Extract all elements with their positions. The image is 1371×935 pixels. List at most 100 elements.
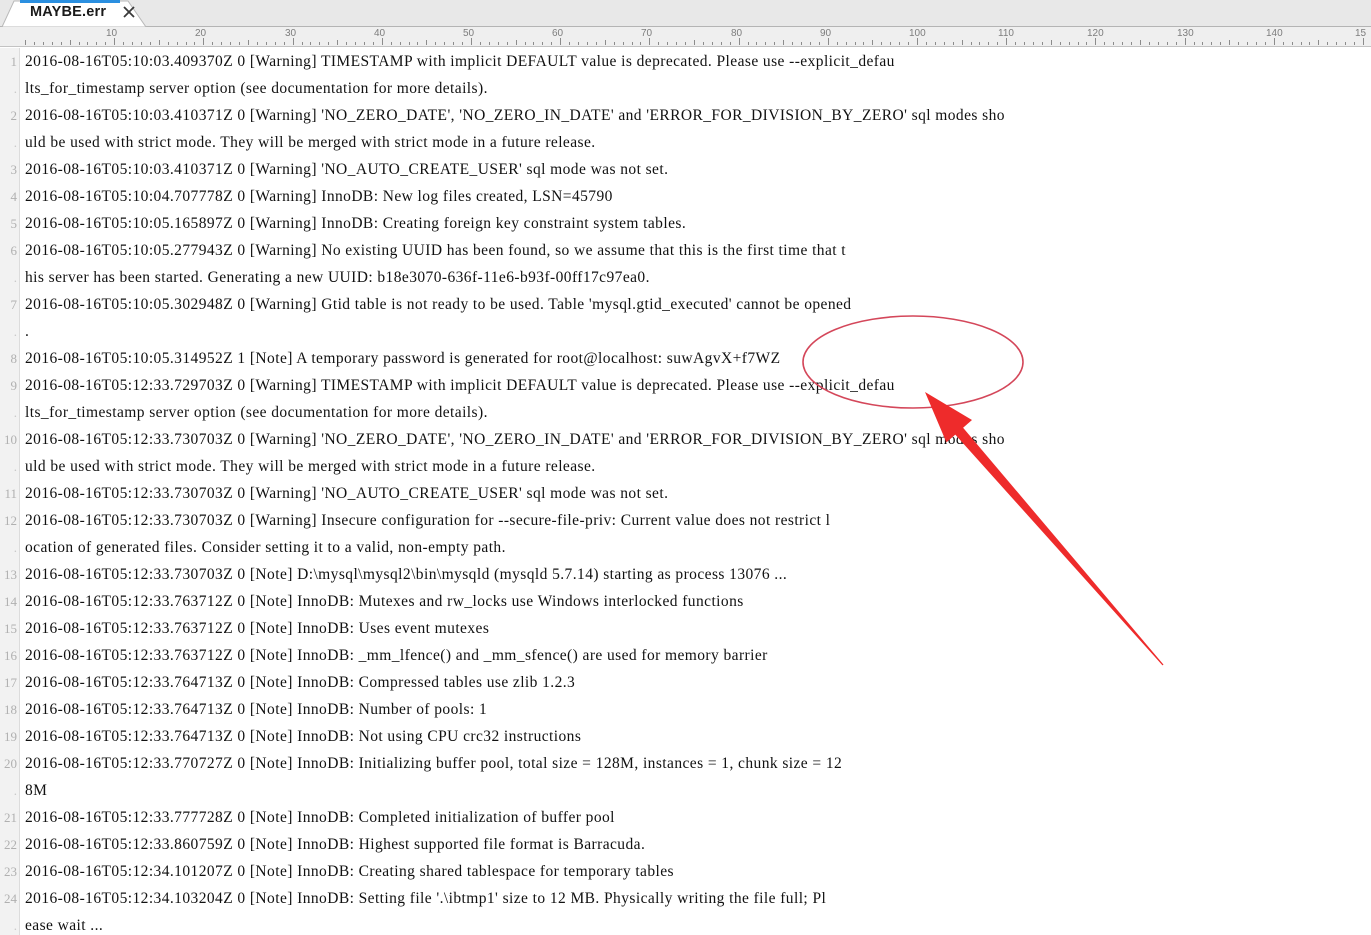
ruler-tick	[1006, 38, 1007, 45]
document-lines: 1 2016-08-16T05:10:03.409370Z 0 [Warning]…	[0, 48, 1371, 935]
ruler-tick	[141, 42, 142, 45]
line-number: 3	[10, 162, 18, 177]
ruler-tick	[676, 42, 677, 45]
ruler-tick	[391, 42, 392, 45]
editor-line[interactable]: 3 2016-08-16T05:10:03.410371Z 0 [Warning]…	[0, 156, 1371, 183]
editor-line[interactable]: 11 2016-08-16T05:12:33.730703Z 0 [Warning…	[0, 480, 1371, 507]
ruler-tick	[810, 42, 811, 45]
ruler-label: 80	[731, 28, 743, 39]
ruler-tick	[319, 42, 320, 45]
ruler-tick	[1167, 42, 1168, 45]
ruler-tick	[1051, 40, 1052, 45]
line-text: lts_for_timestamp server option (see doc…	[25, 404, 488, 421]
ruler-tick	[658, 42, 659, 45]
editor-line[interactable]: 22 2016-08-16T05:12:33.860759Z 0 [Note] I…	[0, 831, 1371, 858]
ruler-tick	[1015, 42, 1016, 45]
line-number: 7	[10, 297, 18, 312]
close-icon[interactable]	[121, 4, 137, 20]
line-number: 4	[10, 189, 18, 204]
ruler-tick	[712, 42, 713, 45]
editor-line[interactable]: ..	[0, 318, 1371, 345]
line-text: 2016-08-16T05:12:33.729703Z 0 [Warning] …	[25, 377, 895, 394]
line-text: 2016-08-16T05:12:33.730703Z 0 [Warning] …	[25, 431, 1005, 448]
ruler-tick	[551, 42, 552, 45]
ruler-tick	[266, 42, 267, 45]
ruler-tick	[632, 42, 633, 45]
ruler-tick	[61, 42, 62, 45]
line-text: 2016-08-16T05:12:33.730703Z 0 [Warning] …	[25, 512, 831, 529]
editor-line[interactable]: 2 2016-08-16T05:10:03.410371Z 0 [Warning]…	[0, 102, 1371, 129]
editor-line[interactable]: . his server has been started. Generating…	[0, 264, 1371, 291]
editor-line[interactable]: 9 2016-08-16T05:12:33.729703Z 0 [Warning]…	[0, 372, 1371, 399]
ruler-tick	[748, 42, 749, 45]
editor-line[interactable]: . 8M	[0, 777, 1371, 804]
ruler-tick	[1327, 42, 1328, 45]
editor-line[interactable]: 24 2016-08-16T05:12:34.103204Z 0 [Note] I…	[0, 885, 1371, 912]
text-editor-pane[interactable]: 1 2016-08-16T05:10:03.409370Z 0 [Warning]…	[0, 48, 1371, 935]
ruler-tick	[1024, 42, 1025, 45]
tab-maybe-err[interactable]: MAYBE.err	[0, 0, 160, 27]
ruler-tick	[979, 42, 980, 45]
ruler-tick	[596, 42, 597, 45]
ruler-tick	[1194, 42, 1195, 45]
editor-line[interactable]: 19 2016-08-16T05:12:33.764713Z 0 [Note] I…	[0, 723, 1371, 750]
editor-line[interactable]: 14 2016-08-16T05:12:33.763712Z 0 [Note] I…	[0, 588, 1371, 615]
editor-line[interactable]: 7 2016-08-16T05:10:05.302948Z 0 [Warning]…	[0, 291, 1371, 318]
ruler-tick	[667, 42, 668, 45]
ruler-tick	[1158, 42, 1159, 45]
editor-line[interactable]: 16 2016-08-16T05:12:33.763712Z 0 [Note] I…	[0, 642, 1371, 669]
editor-line[interactable]: 10 2016-08-16T05:12:33.730703Z 0 [Warning…	[0, 426, 1371, 453]
ruler-tick	[1113, 42, 1114, 45]
editor-line[interactable]: 13 2016-08-16T05:12:33.730703Z 0 [Note] D…	[0, 561, 1371, 588]
ruler-label: 120	[1087, 28, 1104, 39]
editor-line[interactable]: 18 2016-08-16T05:12:33.764713Z 0 [Note] I…	[0, 696, 1371, 723]
ruler-tick	[1274, 38, 1275, 45]
ruler-tick	[1140, 40, 1141, 45]
ruler-tick	[605, 40, 606, 45]
editor-line[interactable]: 5 2016-08-16T05:10:05.165897Z 0 [Warning]…	[0, 210, 1371, 237]
ruler-tick	[417, 42, 418, 45]
ruler-tick	[863, 42, 864, 45]
editor-line[interactable]: 21 2016-08-16T05:12:33.777728Z 0 [Note] I…	[0, 804, 1371, 831]
editor-line[interactable]: . uld be used with strict mode. They will…	[0, 129, 1371, 156]
ruler-tick	[962, 40, 963, 45]
editor-line[interactable]: 17 2016-08-16T05:12:33.764713Z 0 [Note] I…	[0, 669, 1371, 696]
ruler-tick	[917, 38, 918, 45]
editor-line[interactable]: . ocation of generated files. Consider se…	[0, 534, 1371, 561]
ruler-tick	[382, 38, 383, 45]
ruler-tick	[819, 42, 820, 45]
editor-line[interactable]: 6 2016-08-16T05:10:05.277943Z 0 [Warning]…	[0, 237, 1371, 264]
editor-line[interactable]: 23 2016-08-16T05:12:34.101207Z 0 [Note] I…	[0, 858, 1371, 885]
editor-line[interactable]: 4 2016-08-16T05:10:04.707778Z 0 [Warning]…	[0, 183, 1371, 210]
ruler-tick	[284, 42, 285, 45]
ruler-tick	[578, 42, 579, 45]
editor-line[interactable]: . uld be used with strict mode. They will…	[0, 453, 1371, 480]
ruler-tick	[1060, 42, 1061, 45]
editor-line[interactable]: 8 2016-08-16T05:10:05.314952Z 1 [Note] A …	[0, 345, 1371, 372]
line-text: ease wait ...	[25, 917, 104, 934]
ruler-tick	[1318, 40, 1319, 45]
editor-line[interactable]: 1 2016-08-16T05:10:03.409370Z 0 [Warning]…	[0, 48, 1371, 75]
line-text: 2016-08-16T05:12:33.730703Z 0 [Warning] …	[25, 485, 669, 502]
editor-line[interactable]: 15 2016-08-16T05:12:33.763712Z 0 [Note] I…	[0, 615, 1371, 642]
editor-line[interactable]: . lts_for_timestamp server option (see do…	[0, 75, 1371, 102]
ruler-label: 50	[463, 28, 475, 39]
editor-line[interactable]: 12 2016-08-16T05:12:33.730703Z 0 [Warning…	[0, 507, 1371, 534]
ruler-tick	[105, 42, 106, 45]
ruler-tick	[1033, 42, 1034, 45]
line-text: 2016-08-16T05:10:03.410371Z 0 [Warning] …	[25, 107, 1005, 124]
line-number: 23	[4, 864, 17, 879]
line-number: 15	[4, 621, 17, 636]
editor-line[interactable]: 20 2016-08-16T05:12:33.770727Z 0 [Note] I…	[0, 750, 1371, 777]
ruler-tick	[43, 42, 44, 45]
ruler-tick	[872, 40, 873, 45]
ruler-tick	[997, 42, 998, 45]
ruler-label: 100	[909, 28, 926, 39]
line-number: 13	[4, 567, 17, 582]
editor-line[interactable]: . ease wait ...	[0, 912, 1371, 935]
ruler-tick	[507, 42, 508, 45]
ruler-tick	[239, 42, 240, 45]
ruler-tick	[480, 42, 481, 45]
editor-line[interactable]: . lts_for_timestamp server option (see do…	[0, 399, 1371, 426]
ruler-tick	[846, 42, 847, 45]
